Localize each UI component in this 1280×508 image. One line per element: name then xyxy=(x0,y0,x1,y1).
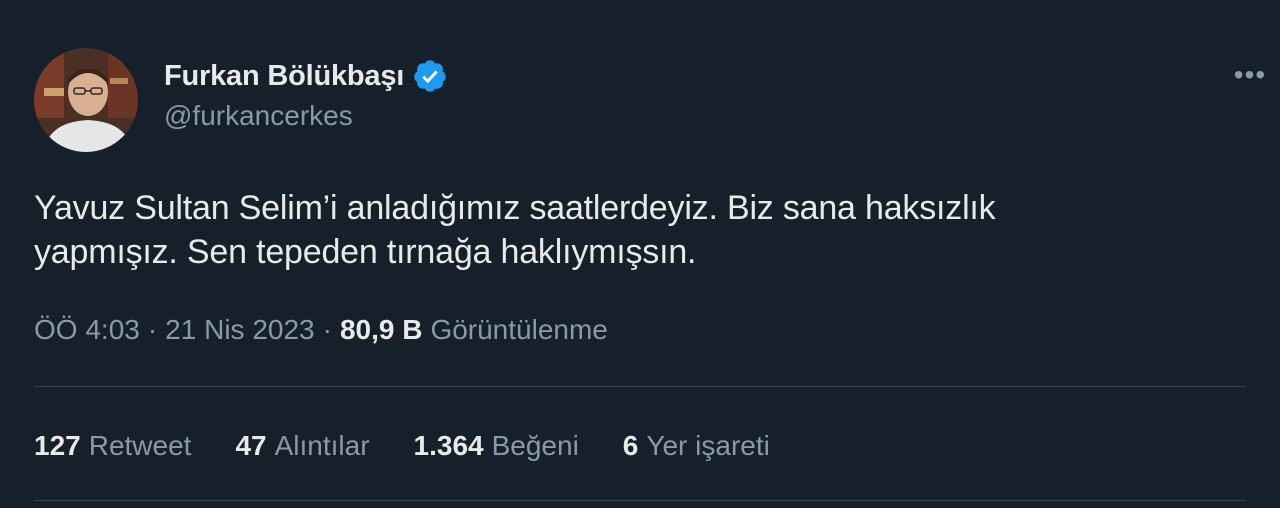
stat-likes[interactable]: 1.364 Beğeni xyxy=(414,430,579,462)
stat-count: 1.364 xyxy=(413,430,484,461)
stat-label: Alıntılar xyxy=(274,430,370,461)
stat-count: 6 xyxy=(622,430,639,461)
stat-bookmarks[interactable]: 6 Yer işareti xyxy=(623,430,770,462)
engagement-stats: 127 Retweet 47 Alıntılar 1.364 Beğeni 6 … xyxy=(34,424,814,468)
views-label: Görüntülenme xyxy=(430,314,608,345)
meta-separator: · xyxy=(322,314,332,345)
stat-label: Beğeni xyxy=(491,430,579,461)
user-handle[interactable]: @furkancerkes xyxy=(164,100,353,132)
more-options-icon[interactable]: ••• xyxy=(1226,59,1274,90)
avatar-image xyxy=(34,48,138,152)
stat-count: 127 xyxy=(34,430,81,461)
stat-quotes[interactable]: 47 Alıntılar xyxy=(235,430,369,462)
meta-separator: · xyxy=(147,314,158,345)
views-count: 80,9 B xyxy=(339,314,423,345)
verified-badge-icon xyxy=(412,58,448,94)
stat-label: Retweet xyxy=(88,430,192,461)
tweet-time[interactable]: ÖÖ 4:03 xyxy=(34,314,140,346)
tweet-card: Furkan Bölükbaşı @furkancerkes ••• Yavuz… xyxy=(0,0,1280,508)
stat-retweets[interactable]: 127 Retweet xyxy=(34,430,191,462)
stat-count: 47 xyxy=(235,430,267,461)
tweet-date[interactable]: 21 Nis 2023 xyxy=(165,314,314,346)
display-name-row: Furkan Bölükbaşı xyxy=(164,56,448,96)
divider xyxy=(34,386,1246,387)
divider xyxy=(34,500,1246,501)
tweet-text: Yavuz Sultan Selim’i anladığımız saatler… xyxy=(34,189,996,271)
avatar[interactable] xyxy=(34,48,138,152)
display-name[interactable]: Furkan Bölükbaşı xyxy=(164,60,404,93)
stat-label: Yer işareti xyxy=(646,430,770,461)
tweet-meta: ÖÖ 4:03 · 21 Nis 2023 · 80,9 B Görüntüle… xyxy=(34,308,608,352)
